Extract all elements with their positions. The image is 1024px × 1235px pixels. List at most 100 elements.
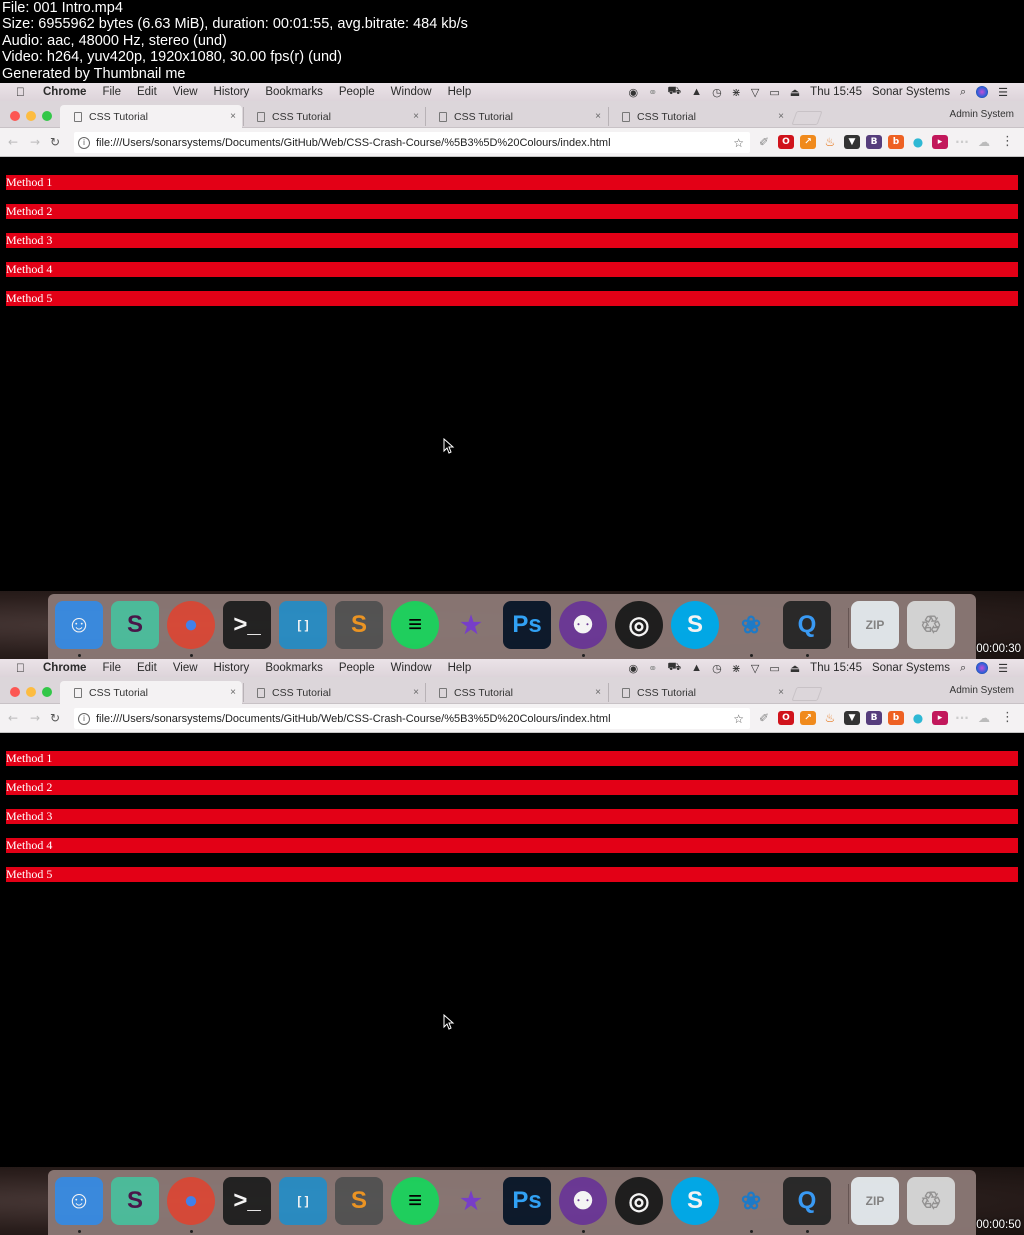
dock-imovie-icon[interactable]: ★ <box>447 1177 495 1225</box>
address-bar[interactable]: i file:///Users/sonarsystems/Documents/G… <box>74 132 750 153</box>
bluetooth-icon[interactable]: ⋇ <box>732 662 741 675</box>
forward-button[interactable]: → <box>30 135 44 149</box>
chrome-menu-icon[interactable]: ⋮ <box>1001 134 1014 149</box>
close-tab-icon[interactable]: × <box>230 687 236 698</box>
menu-help[interactable]: Help <box>448 86 472 98</box>
dock-quicktime-icon[interactable]: Q <box>783 601 831 649</box>
menu-file[interactable]: File <box>102 86 121 98</box>
menu-view[interactable]: View <box>173 86 198 98</box>
menu-bookmarks[interactable]: Bookmarks <box>265 662 323 674</box>
clock[interactable]: Thu 15:45 <box>810 86 862 98</box>
new-tab-button[interactable] <box>791 111 823 125</box>
dock-chrome-icon[interactable]: ● <box>167 601 215 649</box>
extension-bitly-icon[interactable]: b <box>888 135 904 149</box>
menu-people[interactable]: People <box>339 662 375 674</box>
tab-3[interactable]: CSS Tutorial × <box>425 105 607 128</box>
bookmark-star-icon[interactable]: ☆ <box>733 136 744 150</box>
user-name[interactable]: Sonar Systems <box>872 662 950 674</box>
dock-spotify-icon[interactable]: ≡ <box>391 1177 439 1225</box>
extension-fire-icon[interactable]: ♨ <box>822 711 838 725</box>
reload-button[interactable]: ↻ <box>50 711 64 725</box>
dock-quicktime-icon[interactable]: Q <box>783 1177 831 1225</box>
address-bar[interactable]: i file:///Users/sonarsystems/Documents/G… <box>74 708 750 729</box>
google-drive-icon[interactable]: ▲ <box>691 86 702 98</box>
extension-more-icon[interactable]: ··· <box>954 135 970 149</box>
record-icon[interactable]: ◉ <box>629 86 639 99</box>
extension-bootstrap-icon[interactable]: B <box>866 711 882 725</box>
apple-icon[interactable]:  <box>16 85 28 99</box>
bluetooth-icon[interactable]: ⋇ <box>732 86 741 99</box>
siri-icon[interactable] <box>976 86 989 98</box>
spotlight-search-icon[interactable]: ⌕ <box>960 86 966 99</box>
dock-terminal-icon[interactable]: >_ <box>223 601 271 649</box>
dock-finder-icon[interactable]: ☺ <box>55 1177 103 1225</box>
dock-trash-icon[interactable]: ♲ <box>907 601 955 649</box>
close-tab-icon[interactable]: × <box>595 111 601 122</box>
dock-obs-icon[interactable]: ◎ <box>615 601 663 649</box>
tab-4[interactable]: CSS Tutorial × <box>608 681 790 704</box>
menu-view[interactable]: View <box>173 662 198 674</box>
airplay-icon[interactable]: ▭ <box>769 86 779 99</box>
new-tab-button[interactable] <box>791 687 823 701</box>
url-text[interactable]: file:///Users/sonarsystems/Documents/Git… <box>96 137 611 149</box>
extension-bootstrap-icon[interactable]: B <box>866 135 882 149</box>
extension-more-icon[interactable]: ··· <box>954 711 970 725</box>
profile-name[interactable]: Admin System <box>950 109 1014 120</box>
info-icon[interactable]: i <box>78 712 90 725</box>
dock-github-desktop-icon[interactable]: ⚉ <box>559 601 607 649</box>
minimize-window-button[interactable] <box>26 111 36 121</box>
extension-fastforward-icon[interactable]: ▸ <box>932 135 948 149</box>
menu-bookmarks[interactable]: Bookmarks <box>265 86 323 98</box>
chrome-menu-icon[interactable]: ⋮ <box>1001 710 1014 725</box>
dock-skype-icon[interactable]: S <box>671 601 719 649</box>
back-button[interactable]: ← <box>8 135 22 149</box>
clock[interactable]: Thu 15:45 <box>810 662 862 674</box>
extension-analytics-icon[interactable]: ↗ <box>800 135 816 149</box>
notification-center-icon[interactable]: ☰ <box>998 86 1008 99</box>
extension-analytics-icon[interactable]: ↗ <box>800 711 816 725</box>
menu-history[interactable]: History <box>214 662 250 674</box>
extension-cloud-icon[interactable]: ☁ <box>976 135 992 149</box>
extension-ghostery-icon[interactable]: ▼ <box>844 711 860 725</box>
menu-help[interactable]: Help <box>448 662 472 674</box>
extension-opera-icon[interactable]: O <box>778 135 794 149</box>
close-window-button[interactable] <box>10 687 20 697</box>
close-tab-icon[interactable]: × <box>230 111 236 122</box>
wifi-icon[interactable]: ▽ <box>751 662 759 675</box>
notification-center-icon[interactable]: ☰ <box>998 662 1008 675</box>
extension-fastforward-icon[interactable]: ▸ <box>932 711 948 725</box>
back-button[interactable]: ← <box>8 711 22 725</box>
dock-zip-file-icon[interactable]: ZIP <box>851 601 899 649</box>
extension-eyedropper-icon[interactable]: ✐ <box>756 135 772 149</box>
close-tab-icon[interactable]: × <box>778 111 784 122</box>
dock-trash-icon[interactable]: ♲ <box>907 1177 955 1225</box>
close-window-button[interactable] <box>10 111 20 121</box>
close-tab-icon[interactable]: × <box>595 687 601 698</box>
dock-obs-icon[interactable]: ◎ <box>615 1177 663 1225</box>
zoom-window-button[interactable] <box>42 687 52 697</box>
forward-button[interactable]: → <box>30 711 44 725</box>
menu-edit[interactable]: Edit <box>137 86 157 98</box>
dock-skype-icon[interactable]: S <box>671 1177 719 1225</box>
dock-photoshop-icon[interactable]: Ps <box>503 601 551 649</box>
dock-imovie-icon[interactable]: ★ <box>447 601 495 649</box>
dock-finder-icon[interactable]: ☺ <box>55 601 103 649</box>
menu-window[interactable]: Window <box>391 662 432 674</box>
creative-cloud-icon[interactable]: ⚭ <box>648 662 657 675</box>
menu-history[interactable]: History <box>214 86 250 98</box>
menu-window[interactable]: Window <box>391 86 432 98</box>
dock-brackets-icon[interactable]: [ ] <box>279 1177 327 1225</box>
eject-icon[interactable]: ⏏ <box>790 662 800 675</box>
spotlight-search-icon[interactable]: ⌕ <box>960 662 966 675</box>
dock-zip-file-icon[interactable]: ZIP <box>851 1177 899 1225</box>
info-icon[interactable]: i <box>78 136 90 149</box>
apple-icon[interactable]:  <box>16 661 28 675</box>
dock-sublime-text-icon[interactable]: S <box>335 1177 383 1225</box>
extension-fire-icon[interactable]: ♨ <box>822 135 838 149</box>
dock-github-desktop-icon[interactable]: ⚉ <box>559 1177 607 1225</box>
minimize-window-button[interactable] <box>26 687 36 697</box>
google-drive-icon[interactable]: ▲ <box>691 662 702 674</box>
truck-icon[interactable]: ⛟ <box>667 85 681 99</box>
profile-name[interactable]: Admin System <box>950 685 1014 696</box>
user-name[interactable]: Sonar Systems <box>872 86 950 98</box>
